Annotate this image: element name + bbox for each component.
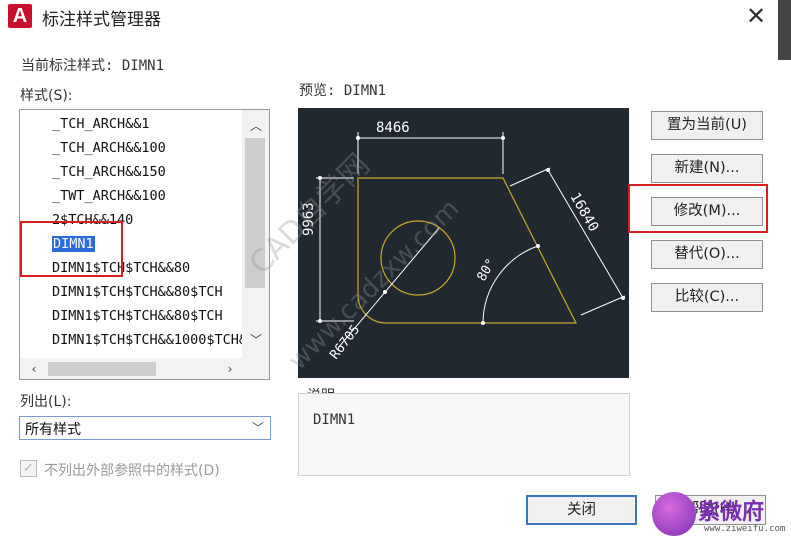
- close-button[interactable]: 关闭: [526, 495, 637, 525]
- horizontal-scrollbar[interactable]: ‹ ›: [20, 358, 269, 379]
- dim-left-label: 9963: [301, 202, 317, 236]
- description-box: DIMN1: [298, 393, 630, 476]
- scroll-left-icon[interactable]: ‹: [24, 359, 44, 379]
- dim-right-label: 16840: [567, 190, 602, 235]
- modify-highlight-box: [628, 184, 768, 233]
- list-select-value: 所有样式: [25, 422, 81, 438]
- list-label: 列出(L):: [20, 394, 72, 410]
- autocad-logo-icon: A: [8, 4, 32, 28]
- dim-radius-label: R6705: [327, 322, 363, 362]
- override-button[interactable]: 替代(O)...: [651, 240, 763, 269]
- brand-url: www.ziweifu.com: [704, 524, 786, 534]
- scroll-up-icon[interactable]: ︿: [246, 116, 266, 136]
- preview-label: 预览: DIMN1: [299, 83, 387, 99]
- style-item[interactable]: _TWT_ARCH&&100: [52, 188, 166, 204]
- style-item[interactable]: _TCH_ARCH&&150: [52, 164, 166, 180]
- current-style-label: 当前标注样式: DIMN1: [21, 58, 165, 74]
- xref-checkbox[interactable]: ✓: [20, 460, 37, 477]
- style-item[interactable]: _TCH_ARCH&&1: [52, 116, 150, 132]
- highlight-box: [20, 221, 123, 277]
- vertical-scroll-thumb[interactable]: [245, 138, 265, 288]
- brand-name: 紫微府: [698, 500, 765, 525]
- style-item[interactable]: DIMN1$TCH$TCH&&80$TCH: [52, 308, 223, 324]
- vertical-scrollbar[interactable]: ︿ ﹀: [242, 110, 269, 358]
- brand-circle-icon: [652, 492, 696, 536]
- compare-button[interactable]: 比较(C)...: [651, 283, 763, 312]
- title-bar: A 标注样式管理器 ✕: [0, 0, 791, 34]
- list-select[interactable]: 所有样式 ﹀: [19, 416, 271, 440]
- scroll-right-icon[interactable]: ›: [220, 359, 240, 379]
- dim-top-label: 8466: [376, 120, 410, 136]
- window-title: 标注样式管理器: [42, 10, 161, 30]
- horizontal-scroll-thumb[interactable]: [48, 362, 156, 376]
- style-item[interactable]: DIMN1$TCH$TCH&&1000$TCH&&: [52, 332, 255, 348]
- corner-brand-logo: 紫微府 www.ziweifu.com: [652, 488, 791, 542]
- chevron-down-icon: ﹀: [251, 421, 264, 435]
- close-icon[interactable]: ✕: [740, 1, 772, 31]
- preview-canvas: 8466 9963 16840 80° R6705: [298, 108, 629, 378]
- scroll-down-icon[interactable]: ﹀: [246, 330, 266, 350]
- xref-checkbox-label: 不列出外部参照中的样式(D): [44, 463, 220, 479]
- description-value: DIMN1: [313, 412, 356, 428]
- style-item[interactable]: _TCH_ARCH&&100: [52, 140, 166, 156]
- set-current-button[interactable]: 置为当前(U): [651, 111, 763, 140]
- background-window-edge: [778, 0, 791, 60]
- new-button[interactable]: 新建(N)...: [651, 154, 763, 183]
- styles-label: 样式(S):: [20, 88, 73, 104]
- preview-drawing: 8466 9963 16840 80° R6705: [301, 120, 626, 362]
- style-item[interactable]: DIMN1$TCH$TCH&&80$TCH: [52, 284, 223, 300]
